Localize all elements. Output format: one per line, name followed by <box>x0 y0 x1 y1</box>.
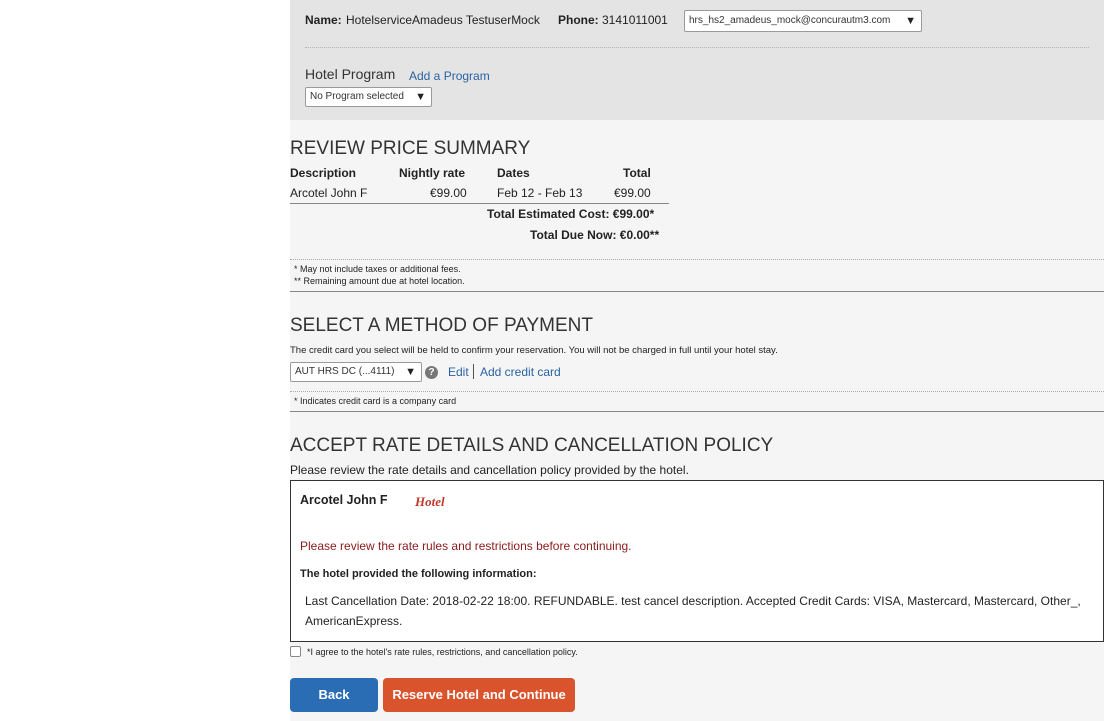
hotel-program-select-value: No Program selected <box>310 91 404 102</box>
hotel-program-label: Hotel Program <box>305 66 396 82</box>
policy-warning: Please review the rate rules and restric… <box>300 539 632 553</box>
name-label: Name: <box>305 13 342 27</box>
rate-details-box: Arcotel John F Hotel Please review the r… <box>290 480 1104 642</box>
row-dates: Feb 12 - Feb 13 <box>497 186 583 200</box>
col-description: Description <box>290 166 357 180</box>
back-button[interactable]: Back <box>290 678 378 712</box>
hotel-program-select[interactable]: No Program selected ▼ <box>305 87 432 107</box>
credit-card-select-value: AUT HRS DC (...4111) <box>295 366 395 377</box>
hotel-logo: Hotel <box>415 494 445 509</box>
price-footnote-1: * May not include taxes or additional fe… <box>294 264 461 274</box>
row-description: Arcotel John F <box>290 186 368 200</box>
col-nightly-rate: Nightly rate <box>399 166 466 180</box>
col-dates: Dates <box>497 166 530 180</box>
divider <box>290 291 1104 292</box>
divider <box>290 391 1104 392</box>
policy-hotel-name: Arcotel John F <box>300 493 388 507</box>
price-summary-title: REVIEW PRICE SUMMARY <box>290 138 531 159</box>
policy-info-line-1: Last Cancellation Date: 2018-02-22 18:00… <box>305 594 1081 608</box>
phone-label: Phone: <box>558 13 599 27</box>
row-nightly-rate: €99.00 <box>430 186 467 200</box>
payment-description: The credit card you select will be held … <box>290 345 778 356</box>
agree-checkbox[interactable] <box>290 646 301 657</box>
reserve-hotel-button[interactable]: Reserve Hotel and Continue <box>383 678 575 712</box>
traveler-info-panel: Name: HotelserviceAmadeus TestuserMock P… <box>290 0 1104 120</box>
policy-intro: Please review the rate details and cance… <box>290 463 689 477</box>
col-total: Total <box>623 166 651 180</box>
add-program-link[interactable]: Add a Program <box>409 69 490 83</box>
phone-value: 3141011001 <box>602 13 668 27</box>
booking-content: Name: HotelserviceAmadeus TestuserMock P… <box>290 0 1104 721</box>
table-divider <box>290 203 669 204</box>
email-select-value: hrs_hs2_amadeus_mock@concurautm3.com <box>689 15 891 26</box>
chevron-down-icon: ▼ <box>905 15 916 27</box>
policy-info-line-2: AmericanExpress. <box>305 614 403 628</box>
divider <box>290 411 1104 412</box>
edit-card-link[interactable]: Edit <box>448 365 469 379</box>
payment-title: SELECT A METHOD OF PAYMENT <box>290 315 593 336</box>
help-icon[interactable]: ? <box>425 366 438 379</box>
payment-footnote: * Indicates credit card is a company car… <box>294 396 457 406</box>
divider <box>290 259 1104 260</box>
email-select[interactable]: hrs_hs2_amadeus_mock@concurautm3.com ▼ <box>684 10 922 32</box>
credit-card-select[interactable]: AUT HRS DC (...4111) ▼ <box>290 362 422 382</box>
divider <box>305 47 1089 48</box>
link-separator <box>473 364 474 379</box>
chevron-down-icon: ▼ <box>415 91 426 103</box>
add-credit-card-link[interactable]: Add credit card <box>480 365 561 379</box>
total-due-now: Total Due Now: €0.00** <box>530 228 660 242</box>
policy-title: ACCEPT RATE DETAILS AND CANCELLATION POL… <box>290 435 774 456</box>
policy-info-heading: The hotel provided the following informa… <box>300 568 537 580</box>
row-total: €99.00 <box>614 186 651 200</box>
agree-label: *I agree to the hotel's rate rules, rest… <box>307 647 578 657</box>
name-value: HotelserviceAmadeus TestuserMock <box>346 13 540 27</box>
price-footnote-2: ** Remaining amount due at hotel locatio… <box>294 276 465 286</box>
chevron-down-icon: ▼ <box>405 366 416 378</box>
total-estimated-cost: Total Estimated Cost: €99.00* <box>487 207 655 221</box>
